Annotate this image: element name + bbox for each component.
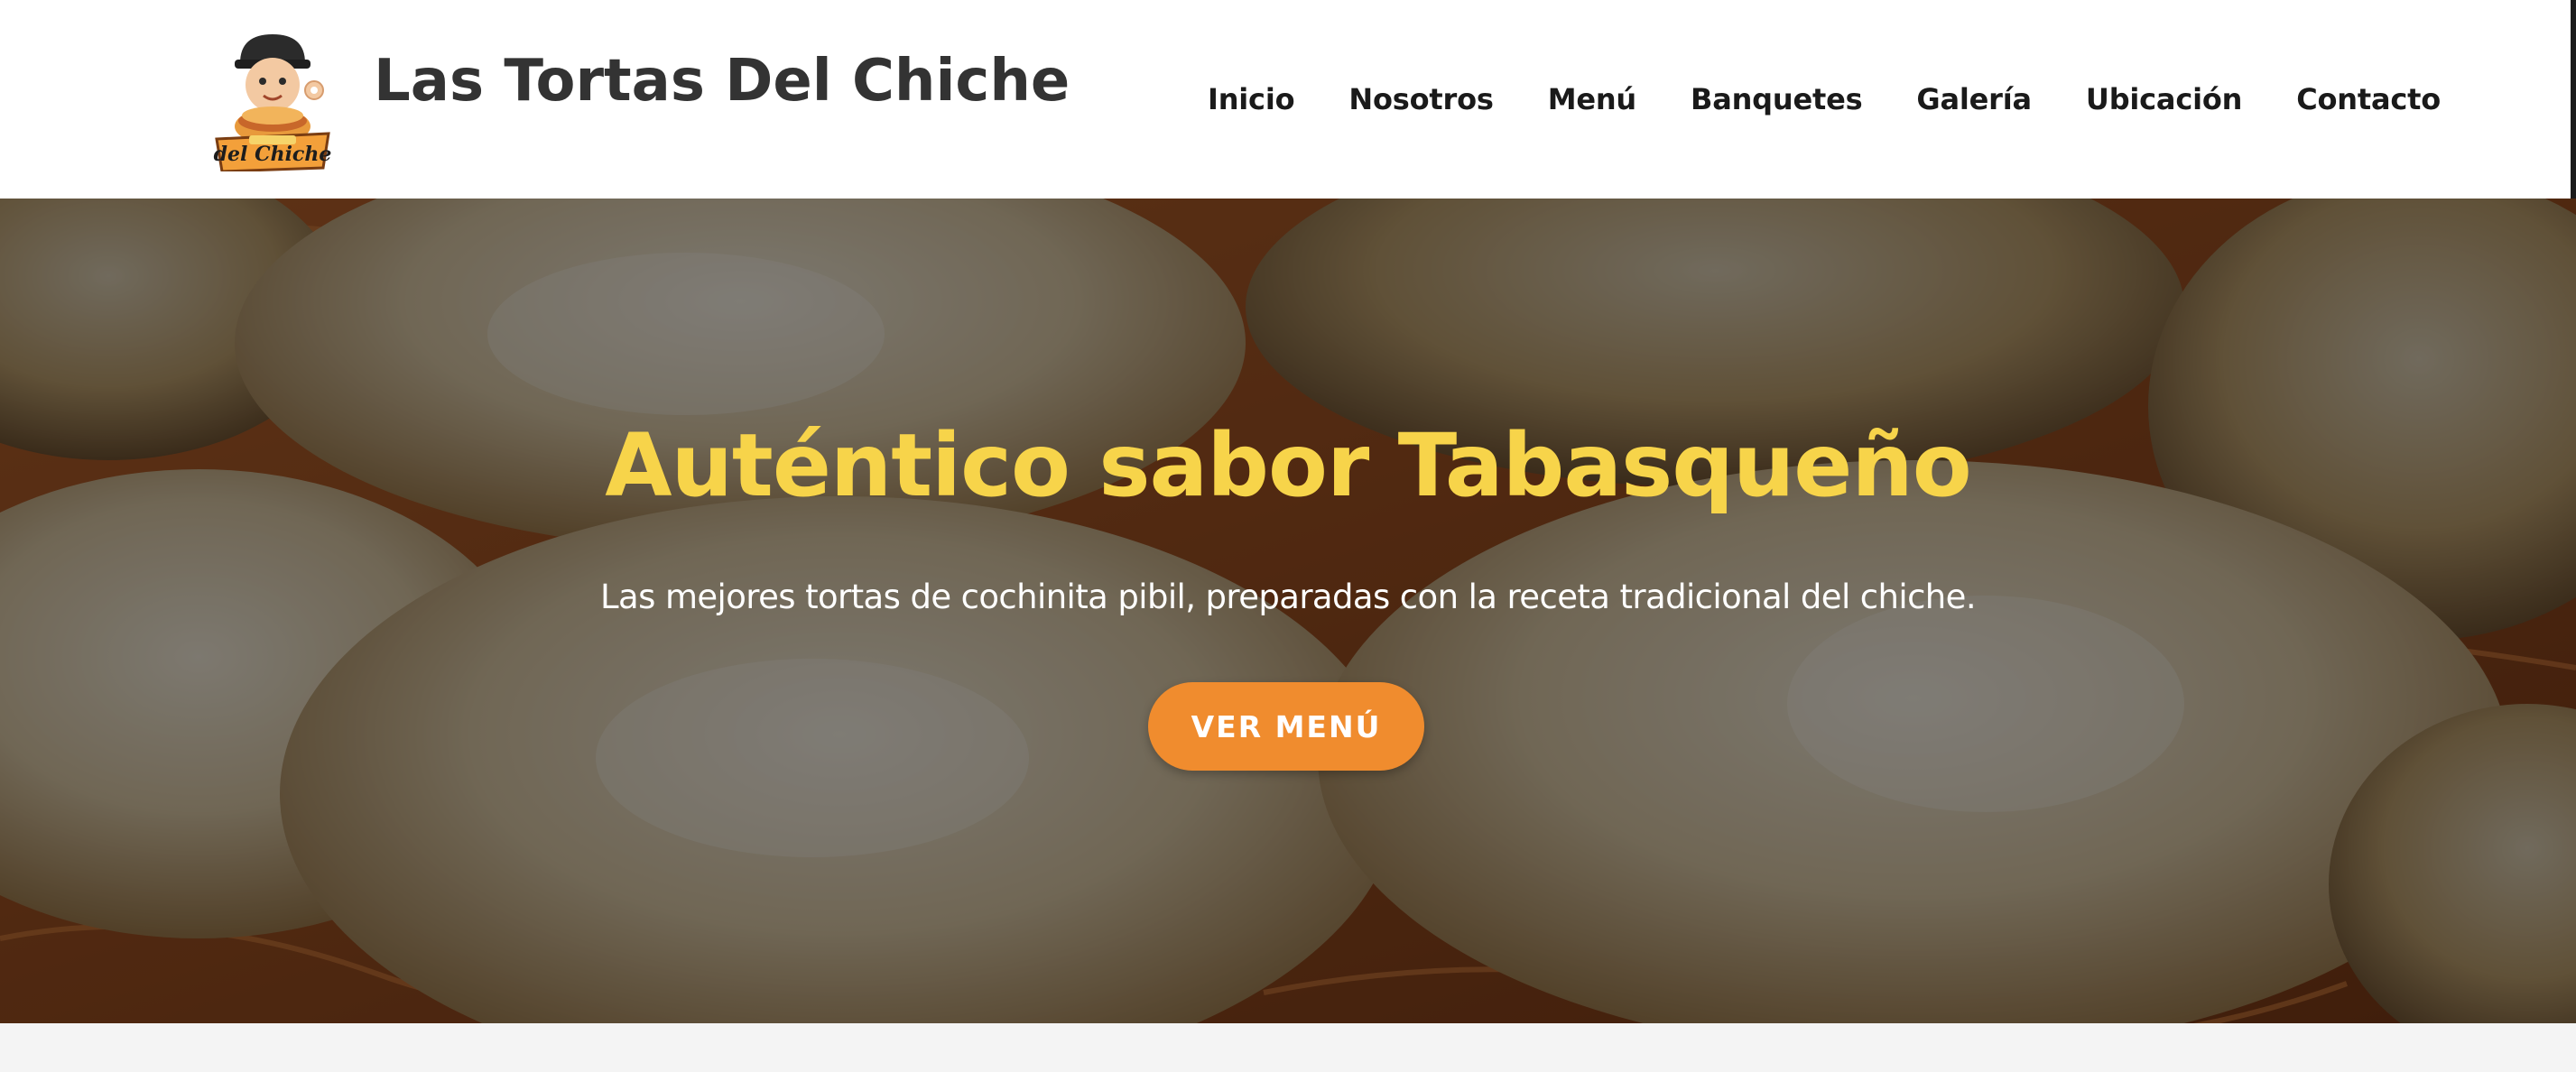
- hero-title: Auténtico sabor Tabasqueño: [605, 415, 1971, 516]
- next-section: [0, 1023, 2576, 1072]
- chiche-logo[interactable]: del Chiche: [213, 27, 332, 171]
- nav-link-menu[interactable]: Menú: [1548, 82, 1637, 116]
- nav-link-nosotros[interactable]: Nosotros: [1348, 82, 1494, 116]
- main-nav: Inicio Nosotros Menú Banquetes Galería U…: [1208, 72, 2441, 126]
- svg-text:del Chiche: del Chiche: [214, 143, 332, 166]
- ver-menu-button[interactable]: VER MENÚ: [1148, 682, 1424, 771]
- hero-subtitle: Las mejores tortas de cochinita pibil, p…: [600, 578, 1977, 616]
- nav-link-inicio[interactable]: Inicio: [1208, 82, 1295, 116]
- site-title[interactable]: Las Tortas Del Chiche: [374, 40, 1070, 123]
- nav-link-galeria[interactable]: Galería: [1916, 82, 2032, 116]
- scrollbar-edge: [2571, 0, 2576, 199]
- nav-link-banquetes[interactable]: Banquetes: [1691, 82, 1863, 116]
- site-header: del Chiche Las Tortas Del Chiche Inicio …: [0, 0, 2576, 199]
- hero-section: Auténtico sabor Tabasqueño Las mejores t…: [0, 199, 2576, 1023]
- nav-link-ubicacion[interactable]: Ubicación: [2086, 82, 2243, 116]
- nav-link-contacto[interactable]: Contacto: [2296, 82, 2441, 116]
